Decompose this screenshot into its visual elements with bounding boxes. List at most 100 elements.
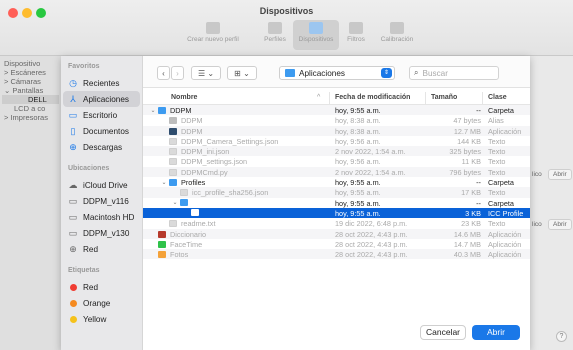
file-size: 11 KB bbox=[461, 157, 481, 167]
location-popup[interactable]: Aplicaciones ⇕ bbox=[279, 66, 395, 80]
back-button[interactable]: ‹ bbox=[157, 66, 170, 80]
window-title: Dispositivos bbox=[259, 6, 314, 16]
table-row[interactable]: DDPM hoy, 8:38 a.m. 47 bytes Alias bbox=[143, 115, 530, 125]
table-row[interactable]: ⌄ Profiles hoy, 9:55 a.m. -- Carpeta bbox=[143, 177, 530, 187]
help-button[interactable]: ? bbox=[556, 331, 567, 342]
column-kind[interactable]: Clase bbox=[488, 94, 507, 101]
file-list: ⌄ DDPM hoy, 9:55 a.m. -- Carpeta DDPM hoy, 8:3… bbox=[143, 105, 530, 260]
document-icon bbox=[180, 189, 188, 197]
device-item-dell[interactable]: DELL bbox=[2, 95, 59, 104]
file-modified: hoy, 8:38 a.m. bbox=[335, 126, 381, 136]
column-modified[interactable]: Fecha de modificación bbox=[335, 94, 410, 101]
sidebar-item-documentos[interactable]: ▯ Documentos bbox=[61, 123, 142, 139]
file-kind: Texto bbox=[488, 136, 506, 146]
sidebar-item-macintosh-hd[interactable]: ▭ Macintosh HD bbox=[61, 209, 142, 225]
table-row[interactable]: icc_profile_sha256.json hoy, 9:55 a.m. 17 … bbox=[143, 187, 530, 198]
toolbar-filters[interactable]: Filtros bbox=[333, 22, 379, 43]
cancel-button[interactable]: Cancelar bbox=[420, 325, 466, 340]
background-open-button[interactable]: Abrir bbox=[548, 219, 572, 230]
document-icon: ▯ bbox=[70, 125, 76, 136]
open-button[interactable]: Abrir bbox=[472, 325, 520, 340]
file-kind: Texto bbox=[488, 147, 506, 157]
file-size: 325 bytes bbox=[449, 147, 481, 157]
sidebar-item-ddpm-v130[interactable]: ▭ DDPM_v130 bbox=[61, 225, 142, 241]
browser-toolbar: ‹ › ☰ ⌄ ⊞ ⌄ Aplicaciones ⇕ ⌕ Buscar bbox=[143, 56, 530, 88]
table-row[interactable]: ⌄ hoy, 9:55 a.m. -- Carpeta bbox=[143, 198, 530, 208]
table-row[interactable]: DDPM hoy, 8:38 a.m. 12.7 MB Aplicación bbox=[143, 125, 530, 136]
device-item-cameras[interactable]: > Cámaras bbox=[0, 77, 61, 86]
file-kind: Carpeta bbox=[488, 178, 514, 188]
file-name: DDPMCmd.py bbox=[181, 167, 228, 177]
forward-button[interactable]: › bbox=[171, 66, 184, 80]
file-name: DDPM bbox=[170, 106, 192, 115]
column-size[interactable]: Tamaño bbox=[431, 94, 457, 101]
file-size: 40.3 MB bbox=[453, 250, 481, 260]
column-name[interactable]: Nombre bbox=[171, 94, 197, 101]
file-size: 23 KB bbox=[461, 219, 481, 229]
file-size: -- bbox=[476, 106, 481, 115]
folder-icon bbox=[268, 22, 282, 34]
cloud-icon: ☁ bbox=[68, 179, 78, 190]
search-field[interactable]: ⌕ Buscar bbox=[409, 66, 499, 80]
app-icon bbox=[169, 127, 177, 135]
toolbar-create-profile[interactable]: Crear nuevo perfil bbox=[187, 22, 239, 43]
disclosure-triangle-icon[interactable]: ⌄ bbox=[160, 179, 168, 186]
file-size: 14.6 MB bbox=[453, 229, 481, 239]
file-name: DDPM bbox=[181, 116, 203, 126]
file-modified: hoy, 9:56 a.m. bbox=[335, 157, 381, 167]
sidebar-tag-red[interactable]: Red bbox=[61, 279, 142, 295]
table-row[interactable]: FaceTime 28 oct 2022, 4:43 p.m. 14.7 MB Apl… bbox=[143, 239, 530, 249]
table-row[interactable]: DDPMCmd.py 2 nov 2022, 1:54 a.m. 796 bytes… bbox=[143, 166, 530, 178]
drive-icon: ▭ bbox=[68, 195, 78, 206]
device-item-printers[interactable]: > Impresoras bbox=[0, 113, 61, 122]
table-row[interactable]: Fotos 28 oct 2022, 4:43 p.m. 40.3 MB Aplica… bbox=[143, 249, 530, 260]
sidebar-tag-yellow[interactable]: Yellow bbox=[61, 311, 142, 327]
sidebar-item-descargas[interactable]: ⊕ Descargas bbox=[61, 139, 142, 155]
table-row[interactable]: ⌄ DDPM hoy, 9:55 a.m. -- Carpeta bbox=[143, 105, 530, 116]
sidebar-item-recientes[interactable]: ◷ Recientes bbox=[61, 75, 142, 91]
device-item-displays[interactable]: ⌄ Pantallas bbox=[0, 86, 61, 95]
file-modified: hoy, 8:38 a.m. bbox=[335, 116, 381, 126]
sidebar-item-icloud[interactable]: ☁ iCloud Drive bbox=[61, 177, 142, 193]
photos-icon bbox=[158, 251, 166, 259]
table-row[interactable]: hoy, 9:55 a.m. 3 KB ICC Profile bbox=[143, 207, 530, 219]
file-name: readme.txt bbox=[181, 219, 216, 229]
list-view-button[interactable]: ☰ ⌄ bbox=[191, 66, 221, 80]
file-name: Profiles bbox=[181, 178, 206, 188]
file-modified: 28 oct 2022, 4:43 p.m. bbox=[335, 229, 408, 239]
grid-view-button[interactable]: ⊞ ⌄ bbox=[227, 66, 257, 80]
table-row[interactable]: DDPM_Camera_Settings.json hoy, 9:56 a.m. 1… bbox=[143, 136, 530, 146]
desktop-icon: ▭ bbox=[68, 109, 78, 120]
toolbar-profiles[interactable]: Perfiles bbox=[252, 22, 298, 43]
table-row[interactable]: readme.txt 19 dic 2022, 6:48 p.m. 23 KB Tex… bbox=[143, 218, 530, 228]
table-row[interactable]: DDPM_ini.json 2 nov 2022, 1:54 a.m. 325 by… bbox=[143, 146, 530, 157]
column-header: Nombre ^ Fecha de modificación Tamaño Cl… bbox=[143, 92, 530, 105]
file-size: 796 bytes bbox=[449, 167, 481, 177]
sidebar-item-red[interactable]: ⊕ Red bbox=[61, 241, 142, 257]
toolbar-calibration[interactable]: Calibración bbox=[374, 22, 420, 43]
icc-profile-icon bbox=[191, 208, 199, 216]
file-name: FaceTime bbox=[170, 239, 203, 249]
sidebar-item-aplicaciones[interactable]: ⅄ Aplicaciones bbox=[63, 91, 140, 107]
table-row[interactable]: DDPM_settings.json hoy, 9:56 a.m. 11 KB Tex… bbox=[143, 156, 530, 166]
dialog-buttons: Cancelar Abrir bbox=[420, 325, 520, 340]
disclosure-triangle-icon[interactable]: ⌄ bbox=[149, 107, 157, 114]
search-icon: ⌕ bbox=[414, 68, 419, 77]
location-label: Aplicaciones bbox=[299, 68, 345, 78]
file-kind: Aplicación bbox=[488, 229, 522, 239]
document-icon bbox=[169, 148, 177, 156]
disclosure-triangle-icon[interactable]: ⌄ bbox=[171, 199, 179, 206]
table-row[interactable]: Diccionario 28 oct 2022, 4:43 p.m. 14.6 MB… bbox=[143, 228, 530, 239]
file-kind: Texto bbox=[488, 219, 506, 229]
device-item-lcd[interactable]: LCD a co bbox=[0, 104, 61, 113]
sidebar-tag-orange[interactable]: Orange bbox=[61, 295, 142, 311]
folder-icon bbox=[180, 198, 188, 206]
sidebar-item-ddpm-v116[interactable]: ▭ DDPM_v116 bbox=[61, 193, 142, 209]
device-item-scanners[interactable]: > Escáneres bbox=[0, 68, 61, 77]
background-open-button[interactable]: Abrir bbox=[548, 169, 572, 180]
monitor-icon bbox=[309, 22, 323, 34]
file-name: DDPM_Camera_Settings.json bbox=[181, 136, 279, 146]
sidebar-item-escritorio[interactable]: ▭ Escritorio bbox=[61, 107, 142, 123]
open-file-sheet: Favoritos ◷ Recientes ⅄ Aplicaciones ▭ Escr… bbox=[61, 56, 530, 350]
file-modified: hoy, 9:55 a.m. bbox=[335, 198, 381, 208]
